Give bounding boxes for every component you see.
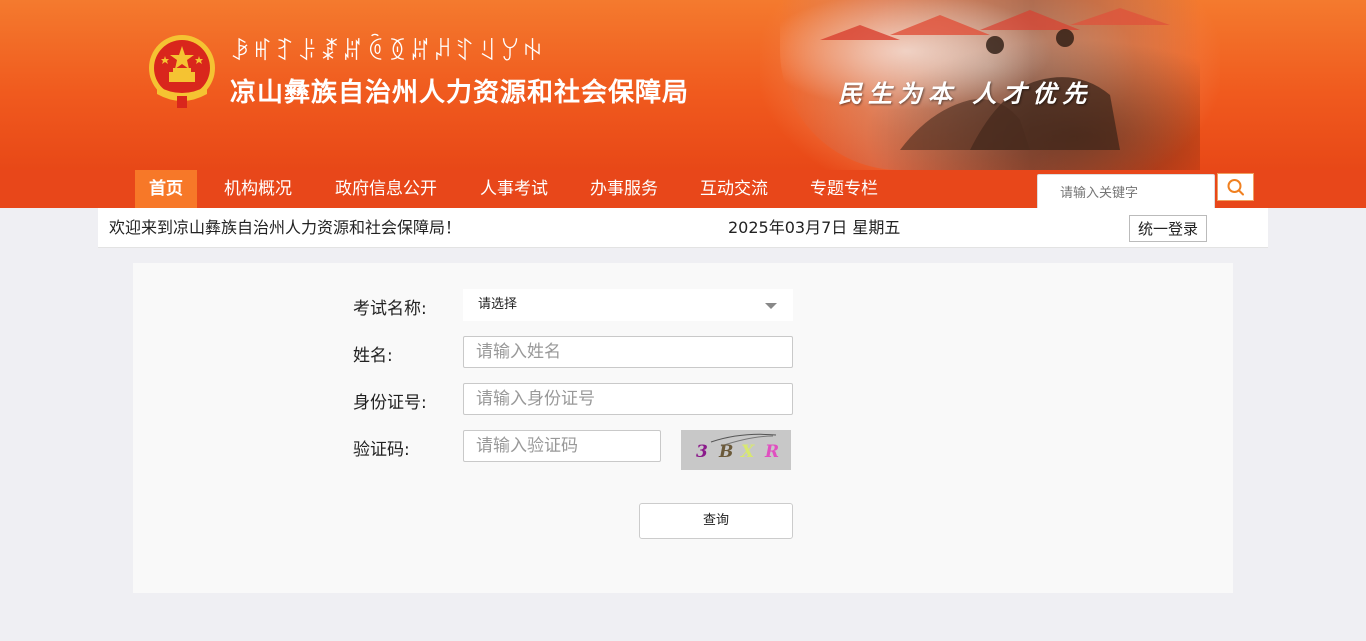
nav-item-services[interactable]: 办事服务 xyxy=(576,170,672,208)
id-number-label: 身份证号: xyxy=(353,393,427,413)
exam-name-label: 考试名称: xyxy=(353,299,427,319)
name-label: 姓名: xyxy=(353,346,393,366)
search-input[interactable] xyxy=(1058,175,1212,212)
exam-name-select[interactable]: 请选择 xyxy=(463,289,793,321)
welcome-message: 欢迎来到凉山彝族自治州人力资源和社会保障局！ xyxy=(109,218,462,237)
captcha-label: 验证码: xyxy=(353,440,410,460)
yi-script-title: ꆃꎭꆈꌠꊨꏦꏱꅉꏦꈚꄸꆹꌦꑭ xyxy=(230,37,546,66)
captcha-char: 3 xyxy=(696,442,708,462)
captcha-char: R xyxy=(765,442,780,462)
captcha-input[interactable] xyxy=(463,430,661,462)
site-title: 凉山彝族自治州人力资源和社会保障局 xyxy=(230,78,690,108)
header-banner: ꆃꎭꆈꌠꊨꏦꏱꅉꏦꈚꄸꆹꌦꑭ 凉山彝族自治州人力资源和社会保障局 民生为本 人才… xyxy=(0,0,1366,170)
id-number-input[interactable] xyxy=(463,383,793,415)
nav-item-organization[interactable]: 机构概况 xyxy=(210,170,306,208)
national-emblem-icon xyxy=(149,35,215,108)
exam-select-value: 请选择 xyxy=(478,297,518,312)
nav-item-exams[interactable]: 人事考试 xyxy=(466,170,562,208)
welcome-bar: 欢迎来到凉山彝族自治州人力资源和社会保障局！ 2025年03月7日 星期五 统一… xyxy=(98,208,1268,248)
search-box xyxy=(1037,174,1215,212)
nav-item-home[interactable]: 首页 xyxy=(135,170,197,208)
query-button[interactable]: 查询 xyxy=(639,503,793,539)
name-input[interactable] xyxy=(463,336,793,368)
nav-item-topics[interactable]: 专题专栏 xyxy=(796,170,892,208)
captcha-image[interactable]: 3 B X R xyxy=(681,430,791,470)
banner-slogan: 民生为本 人才优先 xyxy=(838,79,1093,108)
search-button[interactable] xyxy=(1217,173,1254,201)
captcha-char: B xyxy=(719,442,734,462)
search-icon xyxy=(1227,179,1244,196)
captcha-char: X xyxy=(741,442,755,462)
unified-login-button[interactable]: 统一登录 xyxy=(1129,215,1207,242)
nav-item-gov-info[interactable]: 政府信息公开 xyxy=(322,170,450,208)
nav-item-interaction[interactable]: 互动交流 xyxy=(686,170,782,208)
caret-down-icon xyxy=(765,303,777,309)
current-date: 2025年03月7日 星期五 xyxy=(728,218,901,237)
